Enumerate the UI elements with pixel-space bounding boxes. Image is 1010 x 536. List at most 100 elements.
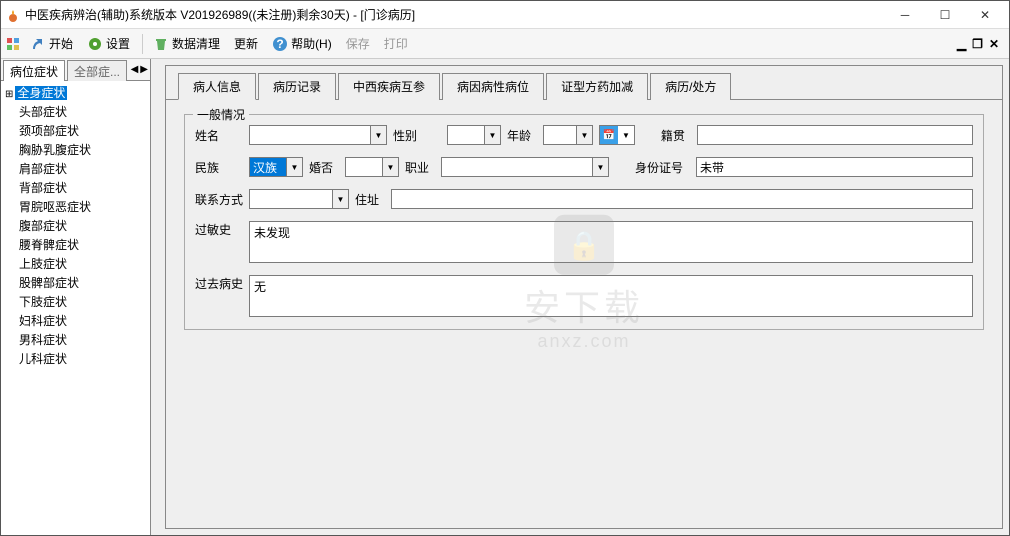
help-icon: ? (272, 36, 288, 52)
app-small-icon (5, 36, 21, 52)
tab-syndrome[interactable]: 证型方药加减 (546, 73, 648, 100)
occupation-label: 职业 (405, 159, 435, 176)
maximize-button[interactable]: ☐ (925, 2, 965, 28)
tab-patient-info[interactable]: 病人信息 (178, 73, 256, 100)
chevron-down-icon[interactable] (576, 126, 592, 144)
tree-item[interactable]: 胸胁乳腹症状 (1, 140, 150, 159)
tree-item[interactable]: 腰脊髀症状 (1, 235, 150, 254)
minimize-button[interactable]: ─ (885, 2, 925, 28)
mdi-minimize-button[interactable]: ▁ (957, 37, 966, 51)
form-row: 过去病史 (195, 275, 973, 317)
sidebar-tab-all[interactable]: 全部症... (67, 60, 127, 81)
name-label: 姓名 (195, 127, 243, 144)
chevron-down-icon[interactable] (592, 158, 608, 176)
tree-item[interactable]: 上肢症状 (1, 254, 150, 273)
tree-item[interactable]: 男科症状 (1, 330, 150, 349)
chevron-down-icon[interactable] (370, 126, 386, 144)
tree-item[interactable]: 头部症状 (1, 102, 150, 121)
tree-item[interactable]: 胃脘呕恶症状 (1, 197, 150, 216)
window-controls: ─ ☐ ✕ (885, 2, 1005, 28)
start-button[interactable]: 开始 (24, 33, 79, 54)
groupbox-title: 一般情况 (193, 106, 249, 123)
native-label: 籍贯 (661, 127, 691, 144)
mdi-close-button[interactable]: ✕ (989, 37, 999, 51)
marriage-label: 婚否 (309, 159, 339, 176)
toolbar: 开始 设置 数据清理 更新 ? 帮助(H) 保存 打印 ▁ ❐ ✕ (1, 29, 1009, 59)
form-row: 过敏史 (195, 221, 973, 263)
form-row: 姓名 性别 年龄 📅▼ 籍贯 (195, 125, 973, 145)
native-input[interactable] (697, 125, 973, 145)
age-input[interactable] (543, 125, 593, 145)
occupation-select[interactable] (441, 157, 609, 177)
tab-etiology[interactable]: 病因病性病位 (442, 73, 544, 100)
tab-medical-record[interactable]: 病历记录 (258, 73, 336, 100)
app-icon (5, 7, 21, 23)
mdi-controls: ▁ ❐ ✕ (957, 37, 1005, 51)
general-info-group: 一般情况 姓名 性别 年龄 📅▼ 籍贯 (184, 114, 984, 330)
toolbar-separator (142, 34, 143, 54)
window-title: 中医疾病辨治(辅助)系统版本 V201926989((未注册)剩余30天) - … (25, 6, 885, 23)
sidebar-tab-nav: ◀ ▶ (129, 64, 150, 75)
chevron-down-icon[interactable] (286, 158, 302, 176)
name-input[interactable] (249, 125, 387, 145)
content-panel: 病人信息 病历记录 中西疾病互参 病因病性病位 证型方药加减 病历/处方 一般情… (165, 65, 1003, 529)
id-input[interactable] (696, 157, 973, 177)
age-label: 年龄 (507, 127, 537, 144)
main-area: 病位症状 全部症... ◀ ▶ 全身症状 头部症状 颈项部症状 胸胁乳腹症状 肩… (1, 59, 1009, 535)
tab-disease-ref[interactable]: 中西疾病互参 (338, 73, 440, 100)
start-icon (30, 36, 46, 52)
gender-select[interactable] (447, 125, 501, 145)
close-button[interactable]: ✕ (965, 2, 1005, 28)
nav-right-icon[interactable]: ▶ (140, 64, 148, 75)
tree-item[interactable]: 颈项部症状 (1, 121, 150, 140)
contact-input[interactable] (249, 189, 349, 209)
tree-item[interactable]: 肩部症状 (1, 159, 150, 178)
marriage-select[interactable] (345, 157, 399, 177)
title-bar: 中医疾病辨治(辅助)系统版本 V201926989((未注册)剩余30天) - … (1, 1, 1009, 29)
mdi-restore-button[interactable]: ❐ (972, 37, 983, 51)
address-input[interactable] (391, 189, 973, 209)
tree-item[interactable]: 腹部症状 (1, 216, 150, 235)
help-button[interactable]: ? 帮助(H) (266, 33, 338, 54)
form-area: 一般情况 姓名 性别 年龄 📅▼ 籍贯 (166, 100, 1002, 336)
date-picker[interactable]: 📅▼ (599, 125, 635, 145)
sidebar-tab-location[interactable]: 病位症状 (3, 60, 65, 81)
inner-tabs: 病人信息 病历记录 中西疾病互参 病因病性病位 证型方药加减 病历/处方 (166, 66, 1002, 100)
gender-label: 性别 (393, 127, 441, 144)
dataclean-button[interactable]: 数据清理 (147, 33, 226, 54)
tree-item[interactable]: 背部症状 (1, 178, 150, 197)
address-label: 住址 (355, 191, 385, 208)
history-label: 过去病史 (195, 275, 243, 292)
history-textarea[interactable] (249, 275, 973, 317)
allergy-label: 过敏史 (195, 221, 243, 238)
chevron-down-icon[interactable] (382, 158, 398, 176)
sidebar: 病位症状 全部症... ◀ ▶ 全身症状 头部症状 颈项部症状 胸胁乳腹症状 肩… (1, 59, 151, 535)
calendar-icon: 📅 (600, 126, 618, 144)
tree-item[interactable]: 儿科症状 (1, 349, 150, 368)
ethnic-select[interactable] (249, 157, 303, 177)
allergy-textarea[interactable] (249, 221, 973, 263)
save-button[interactable]: 保存 (340, 33, 376, 54)
settings-button[interactable]: 设置 (81, 33, 136, 54)
nav-left-icon[interactable]: ◀ (131, 64, 139, 75)
trash-icon (153, 36, 169, 52)
ethnic-label: 民族 (195, 159, 243, 176)
form-row: 联系方式 住址 (195, 189, 973, 209)
chevron-down-icon[interactable] (332, 190, 348, 208)
tree-item[interactable]: 下肢症状 (1, 292, 150, 311)
tree-item[interactable]: 妇科症状 (1, 311, 150, 330)
content-area: 病人信息 病历记录 中西疾病互参 病因病性病位 证型方药加减 病历/处方 一般情… (151, 59, 1009, 535)
tree-item-root[interactable]: 全身症状 (1, 83, 150, 102)
settings-icon (87, 36, 103, 52)
sidebar-tabs: 病位症状 全部症... ◀ ▶ (1, 59, 150, 81)
form-row: 民族 婚否 职业 身份证号 (195, 157, 973, 177)
id-label: 身份证号 (635, 159, 690, 176)
tab-prescription[interactable]: 病历/处方 (650, 73, 731, 100)
tree-item[interactable]: 股髀部症状 (1, 273, 150, 292)
print-button[interactable]: 打印 (378, 33, 414, 54)
update-button[interactable]: 更新 (228, 33, 264, 54)
contact-label: 联系方式 (195, 191, 243, 208)
svg-text:?: ? (276, 37, 283, 51)
symptom-tree[interactable]: 全身症状 头部症状 颈项部症状 胸胁乳腹症状 肩部症状 背部症状 胃脘呕恶症状 … (1, 81, 150, 535)
chevron-down-icon[interactable] (484, 126, 500, 144)
